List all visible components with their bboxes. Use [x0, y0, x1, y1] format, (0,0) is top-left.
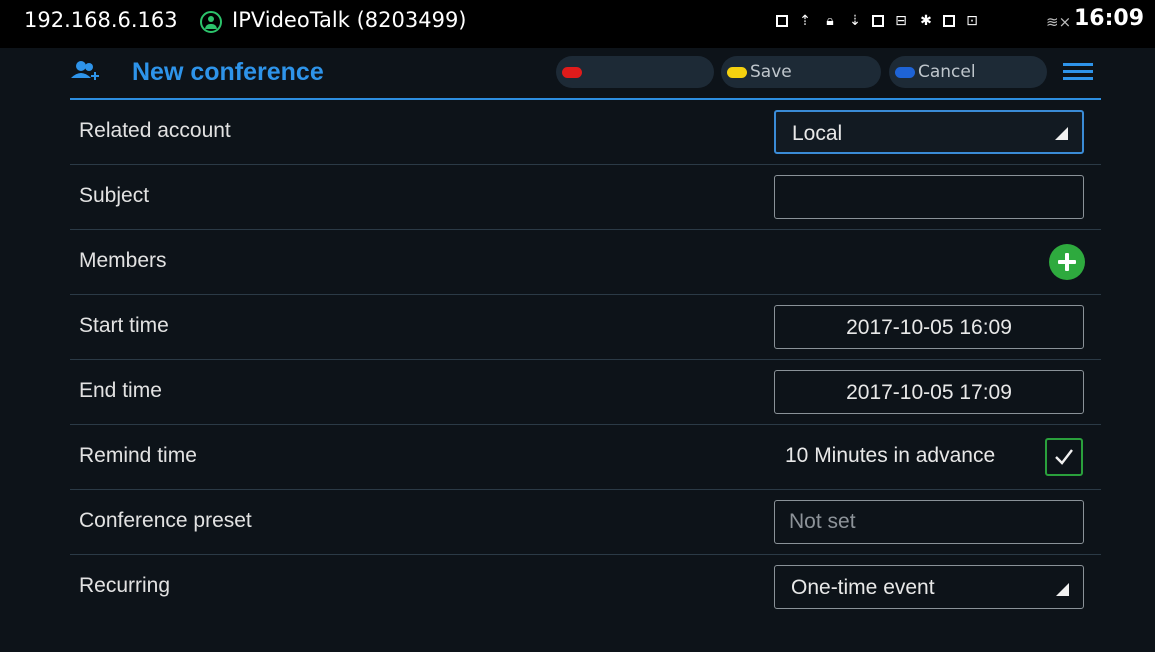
- row-recurring: Recurring One-time event: [70, 555, 1101, 619]
- related-account-label: Related account: [79, 119, 231, 142]
- start-time-field[interactable]: 2017-10-05 16:09: [774, 305, 1084, 349]
- recurring-label: Recurring: [79, 574, 171, 597]
- subject-label: Subject: [79, 184, 150, 207]
- display-icon: ⊡: [966, 13, 978, 29]
- upload-icon: ⇡: [799, 13, 811, 29]
- conference-form: Related account Local Subject Members St…: [70, 100, 1101, 619]
- remind-time-label: Remind time: [79, 444, 197, 467]
- blue-dot-icon: [895, 66, 915, 78]
- network-icon: ⊟: [895, 13, 907, 29]
- add-group-icon: [71, 61, 99, 80]
- conference-header: New conference Save Cancel: [70, 48, 1101, 100]
- bluetooth-icon: ✱: [920, 13, 932, 29]
- related-account-value: Local: [792, 122, 843, 145]
- row-members: Members: [70, 230, 1101, 295]
- start-time-label: Start time: [79, 314, 169, 337]
- end-time-label: End time: [79, 379, 162, 402]
- account-name: IPVideoTalk (8203499): [232, 8, 467, 32]
- sim-icon: [943, 15, 955, 27]
- red-softkey-button[interactable]: [556, 56, 714, 88]
- row-subject: Subject: [70, 165, 1101, 230]
- status-icons: ⇡ 🔒︎ ⇣ ⊟ ✱ ⊡: [776, 12, 980, 30]
- lock-icon: 🔒︎: [826, 13, 834, 29]
- account-icon: [200, 11, 222, 33]
- end-time-value: 2017-10-05 17:09: [846, 381, 1012, 404]
- clock: 16:09: [1074, 6, 1145, 31]
- add-member-button[interactable]: [1049, 244, 1085, 280]
- dropdown-arrow-icon: [1055, 127, 1068, 140]
- status-bar: 192.168.6.163 IPVideoTalk (8203499) ⇡ 🔒︎…: [0, 0, 1155, 48]
- save-label: Save: [750, 62, 792, 82]
- page-title: New conference: [132, 58, 324, 86]
- check-icon: [1055, 449, 1073, 465]
- recurring-select[interactable]: One-time event: [774, 565, 1084, 609]
- red-dot-icon: [562, 66, 582, 78]
- row-remind-time: Remind time 10 Minutes in advance: [70, 425, 1101, 490]
- members-label: Members: [79, 249, 167, 272]
- row-related-account: Related account Local: [70, 100, 1101, 165]
- conference-preset-placeholder: Not set: [789, 510, 856, 533]
- row-conference-preset: Conference preset Not set: [70, 490, 1101, 555]
- cancel-button[interactable]: Cancel: [889, 56, 1047, 88]
- recurring-value: One-time event: [791, 576, 935, 599]
- start-time-value: 2017-10-05 16:09: [846, 316, 1012, 339]
- row-end-time: End time 2017-10-05 17:09: [70, 360, 1101, 425]
- end-time-field[interactable]: 2017-10-05 17:09: [774, 370, 1084, 414]
- save-button[interactable]: Save: [721, 56, 881, 88]
- menu-icon[interactable]: [1063, 63, 1093, 83]
- remind-checkbox[interactable]: [1045, 438, 1083, 476]
- yellow-dot-icon: [727, 66, 747, 78]
- row-start-time: Start time 2017-10-05 16:09: [70, 295, 1101, 360]
- calendar-icon: [872, 15, 884, 27]
- wifi-icon: ≋×: [1046, 13, 1072, 31]
- remind-time-value[interactable]: 10 Minutes in advance: [785, 444, 995, 468]
- conference-preset-label: Conference preset: [79, 509, 252, 532]
- download-icon: ⇣: [849, 13, 861, 29]
- dropdown-arrow-icon: [1056, 583, 1069, 596]
- conference-preset-field[interactable]: Not set: [774, 500, 1084, 544]
- subject-input[interactable]: [774, 175, 1084, 219]
- ip-address: 192.168.6.163: [24, 8, 178, 32]
- image-icon: [776, 15, 788, 27]
- cancel-label: Cancel: [918, 62, 976, 82]
- related-account-select[interactable]: Local: [774, 110, 1084, 154]
